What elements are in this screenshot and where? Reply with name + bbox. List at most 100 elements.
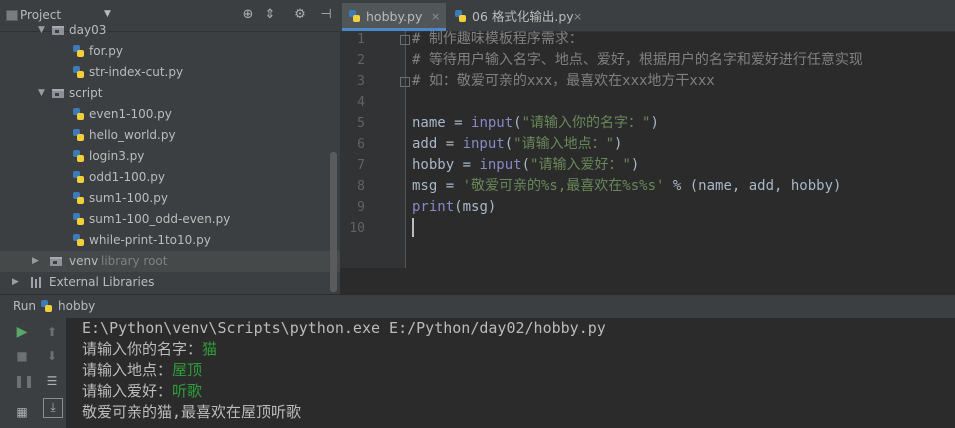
- code-token: (: [513, 115, 522, 131]
- tree-folder-day03[interactable]: ▼ day03: [0, 20, 340, 41]
- code-token: add =: [412, 136, 463, 152]
- tree-label: str-index-cut.py: [89, 65, 184, 79]
- tree-label: day03: [69, 23, 107, 37]
- console-line: 请输入地点：屋顶: [82, 360, 202, 381]
- tree-label: sum1-100.py: [89, 191, 168, 205]
- run-tool-header: Run hobby: [0, 294, 955, 319]
- close-icon[interactable]: ×: [573, 3, 582, 31]
- line-number: 10: [349, 221, 365, 236]
- code-line-6[interactable]: add = input("请输入地点："): [412, 134, 622, 155]
- tree-label: odd1-100.py: [89, 170, 165, 184]
- editor-empty-area[interactable]: [340, 268, 955, 294]
- console-input: 猫: [202, 340, 218, 358]
- tree-file[interactable]: odd1-100.py: [0, 167, 340, 188]
- scroll-to-end-icon[interactable]: ⤓: [43, 398, 63, 418]
- tree-label: for.py: [89, 44, 123, 58]
- tree-label: even1-100.py: [89, 107, 172, 121]
- tree-file[interactable]: str-index-cut.py: [0, 62, 340, 83]
- python-file-icon: [72, 108, 85, 121]
- code-token: % (name, add, hobby): [664, 178, 842, 194]
- tree-file[interactable]: for.py: [0, 41, 340, 62]
- console-result: 敬爱可亲的猫,最喜欢在屋顶听歌: [82, 403, 302, 421]
- tree-label: sum1-100_odd-even.py: [89, 212, 231, 226]
- code-line-9[interactable]: print(msg): [412, 197, 496, 218]
- code-line-3[interactable]: # 如：敬爱可亲的xxx，最喜欢在xxx地方干xxx: [412, 71, 715, 92]
- python-file-icon: [72, 234, 85, 247]
- line-number: 1: [357, 32, 365, 47]
- chevron-down-icon[interactable]: ▼: [104, 9, 111, 19]
- project-panel: Project ▼ ⊕ ⇕ ⚙ ⊣ ▼ day03 for.py str-ind…: [0, 0, 340, 294]
- console-prompt: 请输入爱好：: [82, 382, 173, 400]
- code-line-5[interactable]: name = input("请输入你的名字："): [412, 113, 659, 134]
- up-arrow-icon[interactable]: ⬆: [44, 324, 60, 340]
- code-token: (msg): [454, 199, 497, 215]
- console-prompt: 请输入你的名字：: [82, 340, 203, 358]
- line-number: 6: [357, 137, 365, 152]
- pause-icon[interactable]: ❚❚: [14, 373, 34, 389]
- code-token: ): [614, 136, 623, 152]
- tab-hobby[interactable]: hobby.py ×: [342, 3, 446, 31]
- code-token: hobby =: [412, 157, 480, 173]
- tree-file[interactable]: sum1-100_odd-even.py: [0, 209, 340, 230]
- rerun-icon[interactable]: ▶: [14, 324, 30, 340]
- tab-label: 06 格式化输出.py: [472, 9, 574, 24]
- python-file-icon: [454, 10, 467, 23]
- code-token: msg =: [412, 178, 463, 194]
- line-number: 4: [357, 95, 365, 110]
- folder-icon: [52, 26, 64, 35]
- tree-folder-script[interactable]: ▼ script: [0, 83, 340, 104]
- tree-file[interactable]: hello_world.py: [0, 125, 340, 146]
- expand-arrow-icon[interactable]: ▼: [38, 20, 45, 41]
- code-token: print: [412, 199, 455, 215]
- console-prompt: 请输入地点：: [82, 361, 173, 379]
- tree-label: hello_world.py: [89, 128, 176, 142]
- tree-file[interactable]: even1-100.py: [0, 104, 340, 125]
- code-line-1[interactable]: # 制作趣味模板程序需求：: [412, 29, 583, 50]
- code-line-7[interactable]: hobby = input("请输入爱好："): [412, 155, 639, 176]
- stop-icon[interactable]: ■: [14, 348, 30, 364]
- fold-marker-icon[interactable]: [400, 77, 410, 87]
- python-file-icon: [72, 66, 85, 79]
- editor-tab-bar: hobby.py × 06 格式化输出.py ×: [340, 0, 955, 32]
- down-arrow-icon[interactable]: ⬇: [44, 348, 60, 364]
- line-number: 7: [357, 158, 365, 173]
- run-config-name[interactable]: hobby: [58, 299, 95, 313]
- code-token: "请输入你的名字：": [521, 115, 651, 131]
- line-number: 3: [357, 74, 365, 89]
- python-file-icon: [72, 129, 85, 142]
- console-command: E:\Python\venv\Scripts\python.exe E:/Pyt…: [82, 319, 606, 337]
- run-toolbar: ▶ ⬆ ■ ⬇ ❚❚ ☰ ▦ ⤓: [0, 318, 66, 428]
- console-line: 请输入你的名字：猫: [82, 339, 217, 360]
- tree-label: venv: [69, 254, 99, 268]
- scrollbar[interactable]: [330, 152, 337, 292]
- close-icon[interactable]: ×: [431, 3, 440, 31]
- expand-arrow-icon[interactable]: ▶: [12, 272, 19, 293]
- soft-wrap-icon[interactable]: ☰: [44, 373, 60, 389]
- code-token: ): [630, 157, 640, 173]
- python-file-icon: [72, 150, 85, 163]
- tree-file[interactable]: login3.py: [0, 146, 340, 167]
- python-file-icon: [348, 10, 361, 23]
- folder-icon: [52, 89, 64, 98]
- code-token: (: [521, 157, 531, 173]
- tree-external-libraries[interactable]: ▶ External Libraries: [0, 272, 340, 293]
- expand-arrow-icon[interactable]: ▶: [32, 251, 39, 272]
- tab-format-output[interactable]: 06 格式化输出.py ×: [448, 3, 590, 31]
- tree-file[interactable]: sum1-100.py: [0, 188, 340, 209]
- library-root-label: library root: [101, 254, 168, 268]
- tree-label: script: [69, 86, 103, 100]
- code-line-2[interactable]: # 等待用户输入名字、地点、爱好，根据用户的名字和爱好进行任意实现: [412, 50, 863, 71]
- tree-folder-venv[interactable]: ▶ venv library root: [0, 251, 340, 272]
- console-input: 听歌: [172, 382, 203, 400]
- code-token: "请输入爱好：": [530, 157, 631, 173]
- tree-file[interactable]: while-print-1to10.py: [0, 230, 340, 251]
- fold-marker-icon[interactable]: [400, 35, 410, 45]
- expand-arrow-icon[interactable]: ▼: [38, 83, 45, 104]
- run-label: Run: [13, 299, 37, 313]
- code-line-8[interactable]: msg = '敬爱可亲的%s,最喜欢在%s%s' % (name, add, h…: [412, 176, 841, 197]
- tab-label: hobby.py: [366, 9, 423, 24]
- code-token: input: [471, 115, 514, 131]
- layout-icon[interactable]: ▦: [14, 404, 30, 420]
- code-token: ): [650, 115, 659, 131]
- console-line: 请输入爱好：听歌: [82, 381, 202, 402]
